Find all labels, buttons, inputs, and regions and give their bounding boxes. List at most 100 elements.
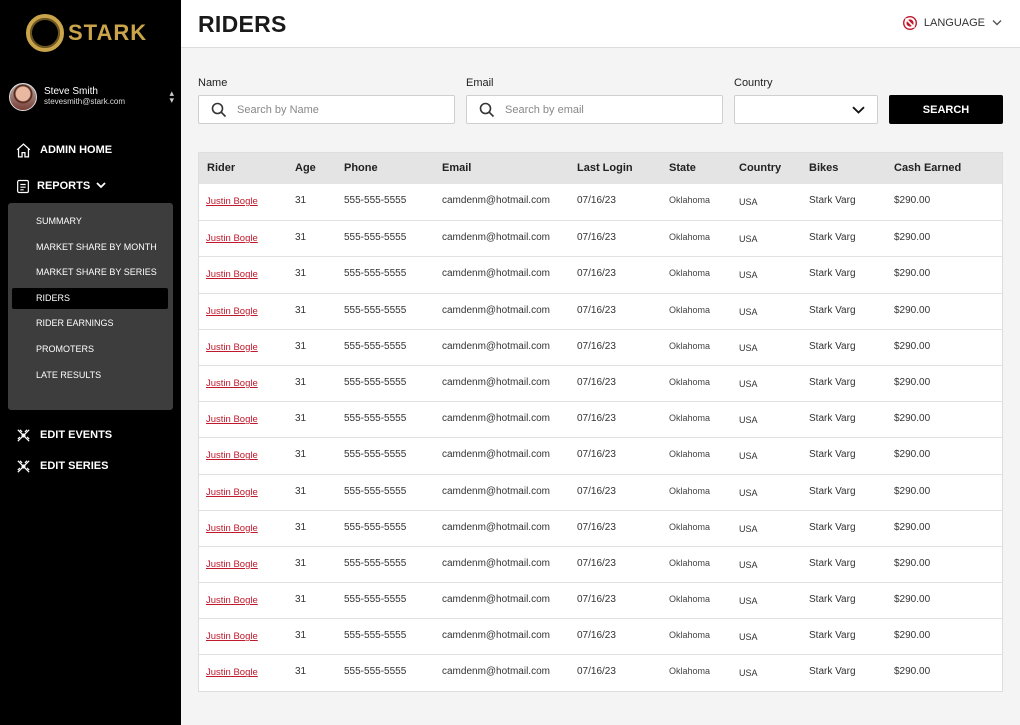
bikes-cell: Stark Varg <box>809 340 856 352</box>
nav-admin-home-label: ADMIN HOME <box>40 144 113 156</box>
age-cell: 31 <box>295 485 307 497</box>
rider-link[interactable]: Justin Bogle <box>206 667 258 678</box>
last-login-cell: 07/16/23 <box>577 268 616 280</box>
table-row: Justin Bogle 31 555-555-5555 camdenm@hotmai… <box>199 364 1002 401</box>
rider-link[interactable]: Justin Bogle <box>206 342 258 353</box>
table-row: Justin Bogle 31 555-555-5555 camdenm@hotmai… <box>199 184 1002 220</box>
rider-link[interactable]: Justin Bogle <box>206 450 258 461</box>
nav-reports-label: REPORTS <box>37 180 91 192</box>
riders-table: Rider Age Phone Email Last Login State C… <box>198 152 1003 692</box>
reports-icon <box>14 177 32 195</box>
rider-link[interactable]: Justin Bogle <box>206 269 258 280</box>
bikes-cell: Stark Varg <box>809 485 856 497</box>
age-cell: 31 <box>295 268 307 280</box>
nav-admin-home[interactable]: ADMIN HOME <box>14 141 112 159</box>
phone-cell: 555-555-5555 <box>344 666 407 678</box>
email-cell: camdenm@hotmail.com <box>442 630 550 642</box>
cash-earned-cell: $290.00 <box>894 340 931 352</box>
user-name: Steve Smith <box>44 86 98 97</box>
edit-series-icon <box>14 457 32 475</box>
column-header-cash-earned[interactable]: Cash Earned <box>894 153 961 184</box>
submenu-promoters[interactable]: PROMOTERS <box>12 339 168 360</box>
age-cell: 31 <box>295 521 307 533</box>
rider-link[interactable]: Justin Bogle <box>206 196 258 207</box>
phone-cell: 555-555-5555 <box>344 340 407 352</box>
email-search-input[interactable] <box>505 103 685 116</box>
column-header-email[interactable]: Email <box>442 153 471 184</box>
submenu-rider-earnings[interactable]: RIDER EARNINGS <box>12 313 168 334</box>
phone-cell: 555-555-5555 <box>344 449 407 461</box>
country-cell: USA <box>739 632 758 643</box>
age-cell: 31 <box>295 557 307 569</box>
table-row: Justin Bogle 31 555-555-5555 camdenm@hotmai… <box>199 545 1002 582</box>
country-cell: USA <box>739 415 758 426</box>
rider-link[interactable]: Justin Bogle <box>206 414 258 425</box>
cash-earned-cell: $290.00 <box>894 304 931 316</box>
last-login-cell: 07/16/23 <box>577 413 616 425</box>
bikes-cell: Stark Varg <box>809 232 856 244</box>
language-selector[interactable]: LANGUAGE <box>902 15 1002 31</box>
last-login-cell: 07/16/23 <box>577 630 616 642</box>
column-header-country[interactable]: Country <box>739 153 781 184</box>
rider-link[interactable]: Justin Bogle <box>206 523 258 534</box>
user-profile-switcher[interactable]: Steve Smith stevesmith@stark.com ▴ ▾ <box>9 83 174 111</box>
submenu-riders[interactable]: RIDERS <box>12 288 168 309</box>
state-cell: Oklahoma <box>669 413 711 424</box>
column-header-rider[interactable]: Rider <box>207 153 235 184</box>
age-cell: 31 <box>295 630 307 642</box>
table-row: Justin Bogle 31 555-555-5555 camdenm@hotmai… <box>199 618 1002 654</box>
submenu-summary[interactable]: SUMMARY <box>12 211 168 232</box>
submenu-market-share-by-series[interactable]: MARKET SHARE BY SERIES <box>12 262 168 283</box>
table-row: Justin Bogle 31 555-555-5555 camdenm@hotmai… <box>199 437 1002 473</box>
country-cell: USA <box>739 523 758 534</box>
cash-earned-cell: $290.00 <box>894 413 931 425</box>
email-cell: camdenm@hotmail.com <box>442 376 550 388</box>
rider-link[interactable]: Justin Bogle <box>206 631 258 642</box>
submenu-late-results[interactable]: LATE RESULTS <box>12 365 168 386</box>
bikes-cell: Stark Varg <box>809 413 856 425</box>
nav-edit-series[interactable]: EDIT SERIES <box>14 457 108 475</box>
age-cell: 31 <box>295 449 307 461</box>
phone-cell: 555-555-5555 <box>344 376 407 388</box>
rider-link[interactable]: Justin Bogle <box>206 233 258 244</box>
email-filter-label: Email <box>466 77 494 89</box>
email-search-field[interactable] <box>466 95 723 124</box>
rider-link[interactable]: Justin Bogle <box>206 487 258 498</box>
submenu-market-share-by-month[interactable]: MARKET SHARE BY MONTH <box>12 237 168 258</box>
column-header-state[interactable]: State <box>669 153 696 184</box>
country-cell: USA <box>739 234 758 245</box>
age-cell: 31 <box>295 340 307 352</box>
chevron-down-icon <box>96 180 106 192</box>
column-header-phone[interactable]: Phone <box>344 153 378 184</box>
nav-edit-events[interactable]: EDIT EVENTS <box>14 426 112 444</box>
last-login-cell: 07/16/23 <box>577 340 616 352</box>
rider-link[interactable]: Justin Bogle <box>206 306 258 317</box>
rider-link[interactable]: Justin Bogle <box>206 378 258 389</box>
globe-flag-icon <box>902 15 917 31</box>
email-cell: camdenm@hotmail.com <box>442 485 550 497</box>
name-search-field[interactable] <box>198 95 455 124</box>
rider-link[interactable]: Justin Bogle <box>206 559 258 570</box>
search-icon <box>211 102 227 118</box>
country-cell: USA <box>739 197 758 207</box>
email-cell: camdenm@hotmail.com <box>442 413 550 425</box>
cash-earned-cell: $290.00 <box>894 485 931 497</box>
state-cell: Oklahoma <box>669 521 711 532</box>
country-filter-label: Country <box>734 77 773 89</box>
country-cell: USA <box>739 342 758 353</box>
email-cell: camdenm@hotmail.com <box>442 666 550 678</box>
nav-reports[interactable]: REPORTS <box>14 177 106 195</box>
last-login-cell: 07/16/23 <box>577 666 616 678</box>
column-header-age[interactable]: Age <box>295 153 316 184</box>
search-button[interactable]: SEARCH <box>889 95 1003 124</box>
rider-link[interactable]: Justin Bogle <box>206 595 258 606</box>
email-cell: camdenm@hotmail.com <box>442 557 550 569</box>
user-email: stevesmith@stark.com <box>44 97 126 106</box>
country-select[interactable] <box>734 95 878 124</box>
column-header-bikes[interactable]: Bikes <box>809 153 838 184</box>
stark-logo[interactable]: STARK <box>26 14 147 52</box>
country-cell: USA <box>739 270 758 281</box>
name-search-input[interactable] <box>237 103 417 116</box>
column-header-last-login[interactable]: Last Login <box>577 153 633 184</box>
age-cell: 31 <box>295 195 307 206</box>
